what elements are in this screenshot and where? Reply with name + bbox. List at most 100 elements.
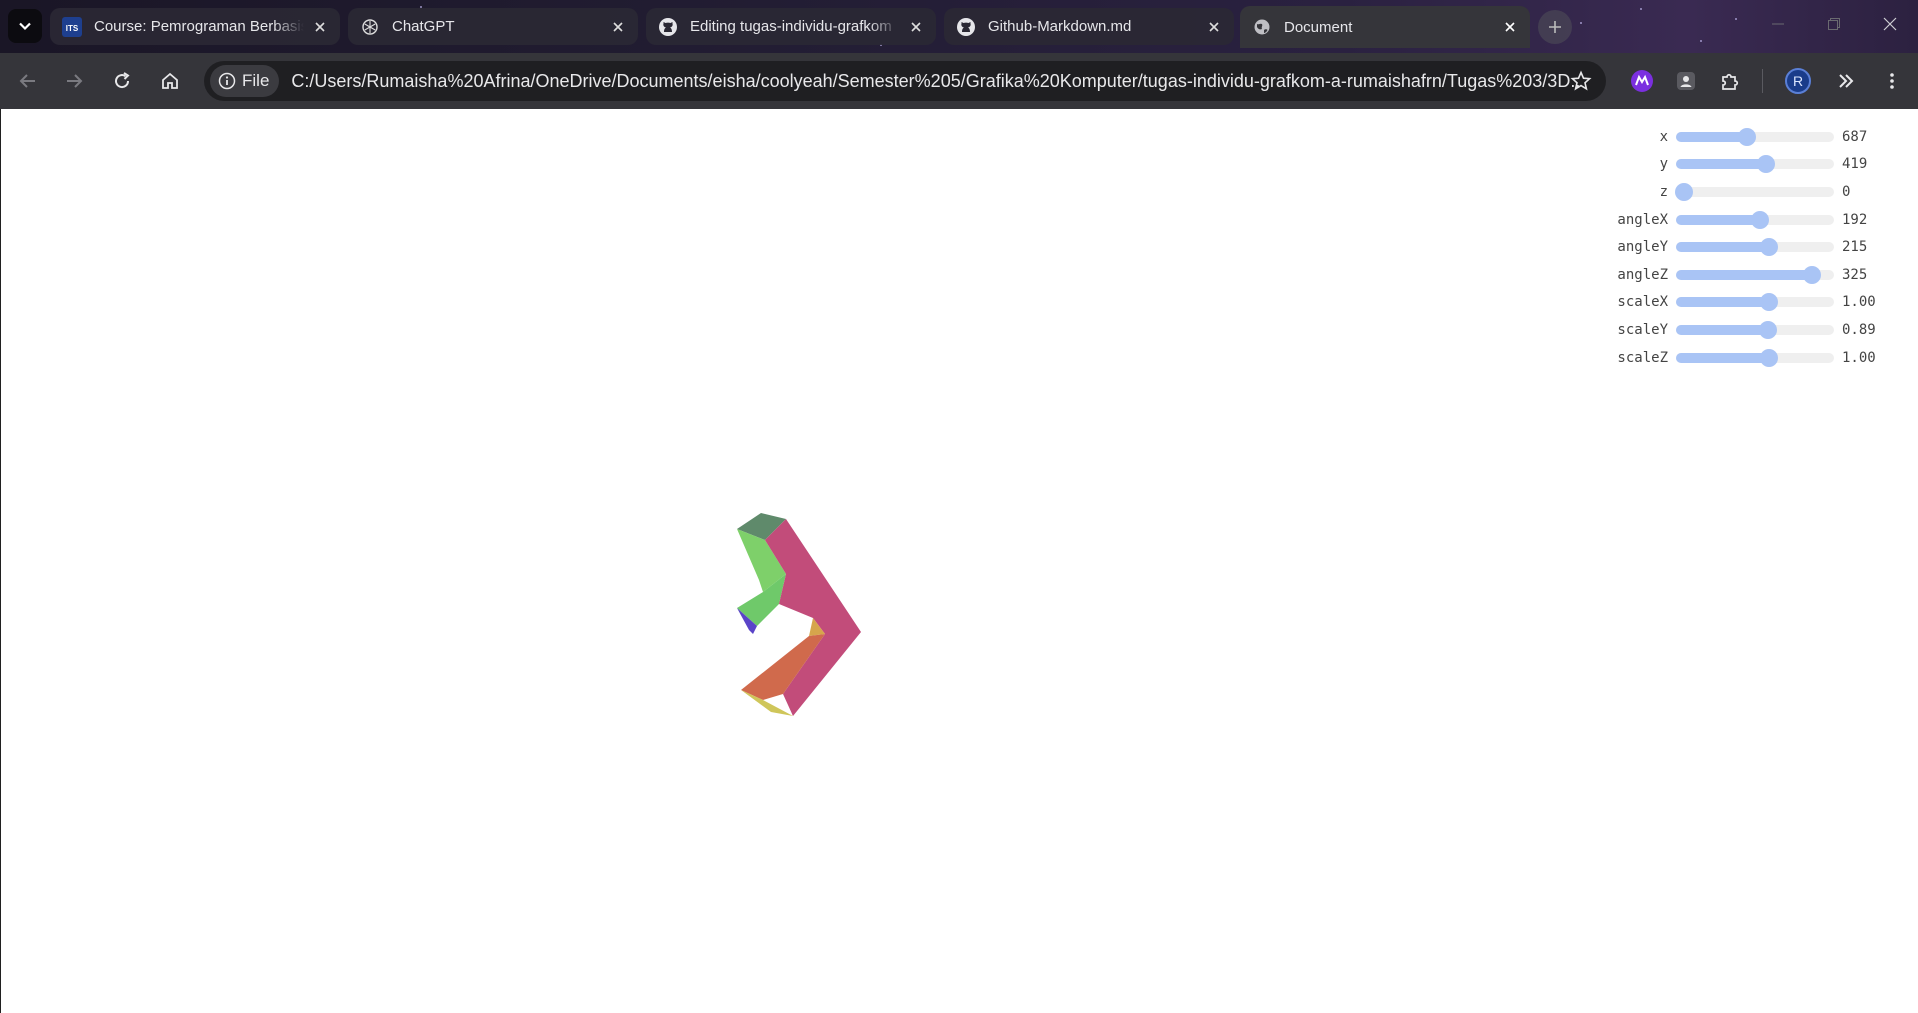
control-row-scaleZ: scaleZ 1.00 — [1608, 344, 1898, 372]
its-favicon-text: ITS — [66, 24, 79, 33]
control-label: x — [1659, 128, 1668, 145]
more-tools-chevron-icon[interactable] — [1830, 65, 1862, 97]
control-value: 215 — [1842, 239, 1868, 256]
tab-title: ChatGPT — [392, 18, 455, 35]
profile-extension-icon[interactable] — [1670, 65, 1702, 97]
extension-icon[interactable] — [1626, 65, 1658, 97]
back-button[interactable] — [8, 61, 48, 101]
control-row-z: z0 — [1608, 178, 1898, 206]
slider-thumb[interactable] — [1802, 265, 1821, 284]
x-slider[interactable] — [1676, 127, 1834, 146]
site-info-chip[interactable]: File — [210, 65, 280, 97]
control-row-x: x 687 — [1608, 123, 1898, 151]
globe-icon — [1252, 17, 1272, 37]
control-label: y — [1659, 156, 1668, 173]
tab-chatgpt[interactable]: ChatGPT — [348, 8, 638, 45]
menu-kebab-icon[interactable] — [1876, 65, 1908, 97]
control-label: scaleZ — [1617, 349, 1668, 366]
slider-thumb[interactable] — [1738, 127, 1757, 146]
chevron-down-icon — [19, 22, 31, 31]
tab-title: Document — [1284, 18, 1353, 36]
control-value: 687 — [1842, 128, 1868, 145]
close-icon[interactable] — [906, 17, 926, 37]
slider-thumb[interactable] — [1750, 210, 1769, 229]
control-label: z — [1659, 183, 1668, 200]
tab-title: Github-Markdown.md — [988, 18, 1132, 35]
scaleZ-slider[interactable] — [1676, 348, 1834, 367]
control-label: angleX — [1617, 211, 1668, 228]
close-icon[interactable] — [608, 17, 628, 37]
minimize-icon — [1772, 23, 1784, 25]
slider-thumb[interactable] — [1757, 155, 1776, 174]
slider-thumb[interactable] — [1760, 293, 1779, 312]
control-value: 325 — [1842, 266, 1868, 283]
profile-button[interactable]: R — [1782, 65, 1814, 97]
slider-fill — [1676, 242, 1770, 253]
control-row-angleZ: angleZ 325 — [1608, 261, 1898, 289]
extensions-puzzle-icon[interactable] — [1714, 65, 1746, 97]
y-slider[interactable] — [1676, 155, 1834, 174]
close-icon[interactable] — [1204, 17, 1224, 37]
angleY-slider[interactable] — [1676, 238, 1834, 257]
slider-fill — [1676, 269, 1812, 280]
slider-fill — [1676, 214, 1760, 225]
angleX-slider[interactable] — [1676, 210, 1834, 229]
browser-toolbar: File C:/Users/Rumaisha%20Afrina/OneDrive… — [0, 53, 1918, 109]
control-row-scaleX: scaleX 1.00 — [1608, 289, 1898, 317]
reload-button[interactable] — [102, 61, 142, 101]
arrow-right-icon — [67, 74, 83, 88]
scaleX-slider[interactable] — [1676, 293, 1834, 312]
control-row-angleY: angleY 215 — [1608, 233, 1898, 261]
github-icon — [658, 17, 678, 37]
tab-search-button[interactable] — [8, 9, 42, 43]
close-icon[interactable] — [1500, 17, 1520, 37]
close-window-button[interactable] — [1862, 0, 1918, 48]
plus-icon — [1549, 21, 1561, 33]
slider-thumb[interactable] — [1758, 320, 1777, 339]
slider-thumb[interactable] — [1674, 182, 1693, 201]
tab-github-markdown[interactable]: Github-Markdown.md — [944, 8, 1234, 45]
forward-button[interactable] — [54, 61, 94, 101]
slider-fill — [1676, 352, 1770, 363]
tab-strip: ITS Course: Pemrograman Berbasis ChatGPT… — [0, 0, 1918, 53]
control-label: angleY — [1617, 239, 1668, 256]
control-row-y: y 419 — [1608, 151, 1898, 179]
toolbar-divider — [1762, 69, 1763, 93]
arrow-left-icon — [19, 74, 35, 88]
control-value: 0 — [1842, 183, 1851, 200]
bookmark-star-icon[interactable] — [1570, 70, 1592, 92]
restore-button[interactable] — [1806, 0, 1862, 48]
url-text[interactable]: C:/Users/Rumaisha%20Afrina/OneDrive/Docu… — [291, 71, 1581, 92]
home-icon — [162, 72, 178, 89]
home-button[interactable] — [150, 61, 190, 101]
info-icon — [218, 72, 236, 90]
page-content: x 687 y 419 z 0 angleX 192 angleY 215 angleZ 325 sca… — [0, 109, 1918, 1013]
control-label: scaleY — [1617, 321, 1668, 338]
new-tab-button[interactable] — [1538, 10, 1572, 44]
scheme-label: File — [242, 71, 270, 90]
github-icon — [956, 17, 976, 37]
slider-fill — [1676, 131, 1748, 142]
angleZ-slider[interactable] — [1676, 265, 1834, 284]
close-icon[interactable] — [310, 17, 330, 37]
z-slider[interactable] — [1674, 182, 1834, 201]
tab-document[interactable]: Document — [1240, 6, 1530, 48]
avatar: R — [1785, 68, 1811, 94]
tab-editing-github[interactable]: Editing tugas-individu-grafkom — [646, 8, 936, 45]
webgl-canvas-3d-f[interactable] — [721, 494, 871, 724]
address-bar[interactable]: File C:/Users/Rumaisha%20Afrina/OneDrive… — [204, 61, 1606, 101]
slider-thumb[interactable] — [1760, 238, 1779, 257]
control-value: 1.00 — [1842, 349, 1876, 366]
slider-fill — [1676, 297, 1770, 308]
control-value: 1.00 — [1842, 294, 1876, 311]
tab-course[interactable]: ITS Course: Pemrograman Berbasis — [50, 8, 340, 45]
control-value: 192 — [1842, 211, 1868, 228]
slider-thumb[interactable] — [1760, 348, 1779, 367]
scaleY-slider[interactable] — [1676, 320, 1834, 339]
slider-fill — [1676, 324, 1768, 335]
control-label: scaleX — [1617, 294, 1668, 311]
control-value: 419 — [1842, 156, 1868, 173]
chatgpt-icon — [360, 17, 380, 37]
minimize-button[interactable] — [1750, 0, 1806, 48]
control-label: angleZ — [1617, 266, 1668, 283]
